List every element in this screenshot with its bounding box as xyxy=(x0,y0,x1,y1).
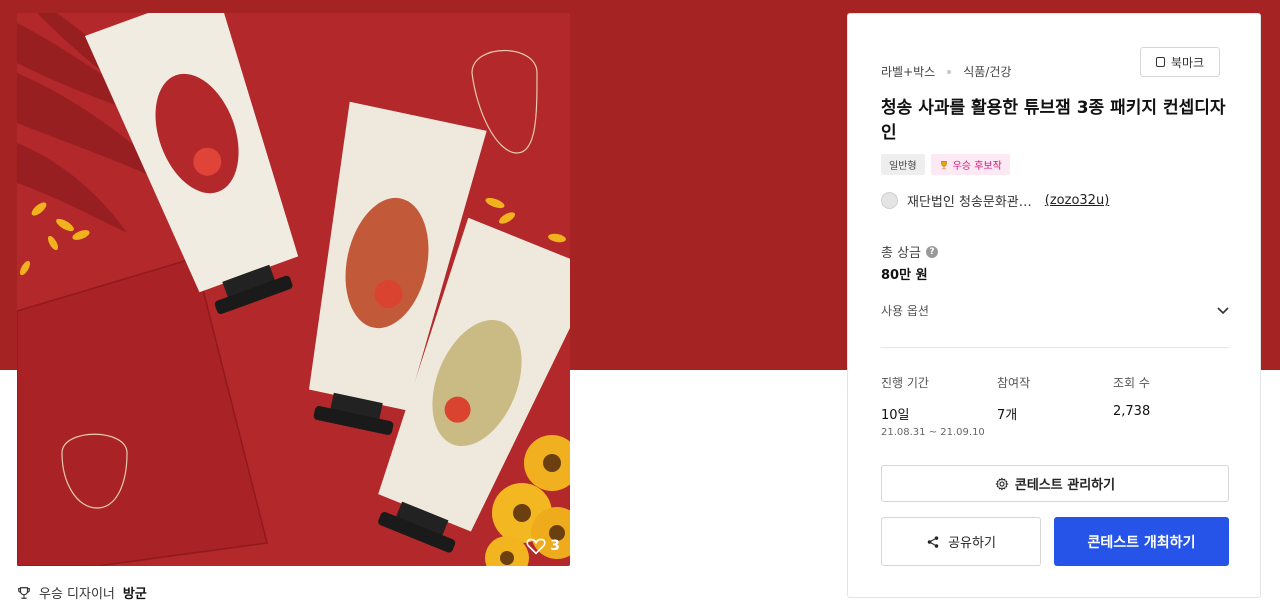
stat-views-value: 2,738 xyxy=(1113,404,1151,419)
stat-entries-label: 참여작 xyxy=(997,376,1031,390)
like-counter[interactable]: 3 xyxy=(526,537,560,555)
designer-name[interactable]: 방군 xyxy=(123,583,147,602)
tag-type: 일반형 xyxy=(881,154,925,175)
designer-prefix: 우승 디자이너 xyxy=(39,587,115,602)
host-info[interactable]: 재단법인 청송문화관… (zozo32u) xyxy=(881,191,1109,210)
gear-icon xyxy=(995,476,1009,491)
stat-period-label: 진행 기간 xyxy=(881,376,929,390)
host-contest-button[interactable]: 콘테스트 개최하기 xyxy=(1054,517,1229,566)
breadcrumb: 라벨+박스 식품/건강 xyxy=(881,63,1011,80)
winner-designer: 우승 디자이너 방군 xyxy=(17,583,147,602)
stat-views-label: 조회 수 xyxy=(1113,376,1150,390)
manage-contest-button[interactable]: 콘테스트 관리하기 xyxy=(881,465,1229,502)
share-button-label: 공유하기 xyxy=(948,536,996,551)
tag-award: 우승 후보작 xyxy=(930,154,1010,175)
trophy-icon xyxy=(940,160,947,169)
divider xyxy=(881,347,1229,348)
avatar xyxy=(881,192,898,209)
contest-info-card: 라벨+박스 식품/건강 북마크 청송 사과를 활용한 튜브잼 3종 패키지 컨셉… xyxy=(847,13,1261,598)
stat-period: 진행 기간 10일 21.08.31 ~ 21.09.10 xyxy=(881,374,985,438)
prize-label: 총 상금 ? xyxy=(881,242,939,261)
category-primary[interactable]: 라벨+박스 xyxy=(881,63,935,80)
stat-period-range: 21.08.31 ~ 21.09.10 xyxy=(881,427,985,438)
stat-entries-value: 7개 xyxy=(997,408,1018,423)
manage-button-label: 콘테스트 관리하기 xyxy=(1014,478,1116,493)
product-image[interactable]: 3 xyxy=(17,13,570,566)
tag-list: 일반형 우승 후보작 xyxy=(881,154,1010,175)
stat-views: 조회 수 2,738 xyxy=(1113,374,1150,419)
product-illustration xyxy=(17,13,570,566)
tag-award-label: 우승 후보작 xyxy=(952,161,1002,172)
bookmark-button[interactable]: 북마크 xyxy=(1140,47,1220,77)
separator-dot xyxy=(947,69,952,74)
prize-label-text: 총 상금 xyxy=(881,246,922,261)
like-count: 3 xyxy=(550,538,560,554)
stat-entries: 참여작 7개 xyxy=(997,374,1030,423)
stat-period-value: 10일 xyxy=(881,408,910,423)
chevron-down-icon xyxy=(1217,306,1229,314)
contest-title: 청송 사과를 활용한 튜브잼 3종 패키지 컨셉디자인 xyxy=(881,98,1226,143)
host-name: 재단법인 청송문화관… xyxy=(907,195,1032,210)
bookmark-label: 북마크 xyxy=(1170,55,1205,70)
trophy-icon xyxy=(18,586,30,599)
heart-icon xyxy=(526,538,546,555)
options-label: 사용 옵션 xyxy=(881,304,929,318)
share-button[interactable]: 공유하기 xyxy=(881,517,1041,566)
category-secondary[interactable]: 식품/건강 xyxy=(963,63,1011,80)
host-id[interactable]: (zozo32u) xyxy=(1045,193,1109,208)
share-icon xyxy=(927,535,939,548)
help-icon[interactable]: ? xyxy=(926,245,939,258)
bookmark-icon xyxy=(1155,57,1165,67)
prize-value: 80만 원 xyxy=(881,268,928,283)
options-toggle[interactable]: 사용 옵션 xyxy=(881,302,1229,319)
